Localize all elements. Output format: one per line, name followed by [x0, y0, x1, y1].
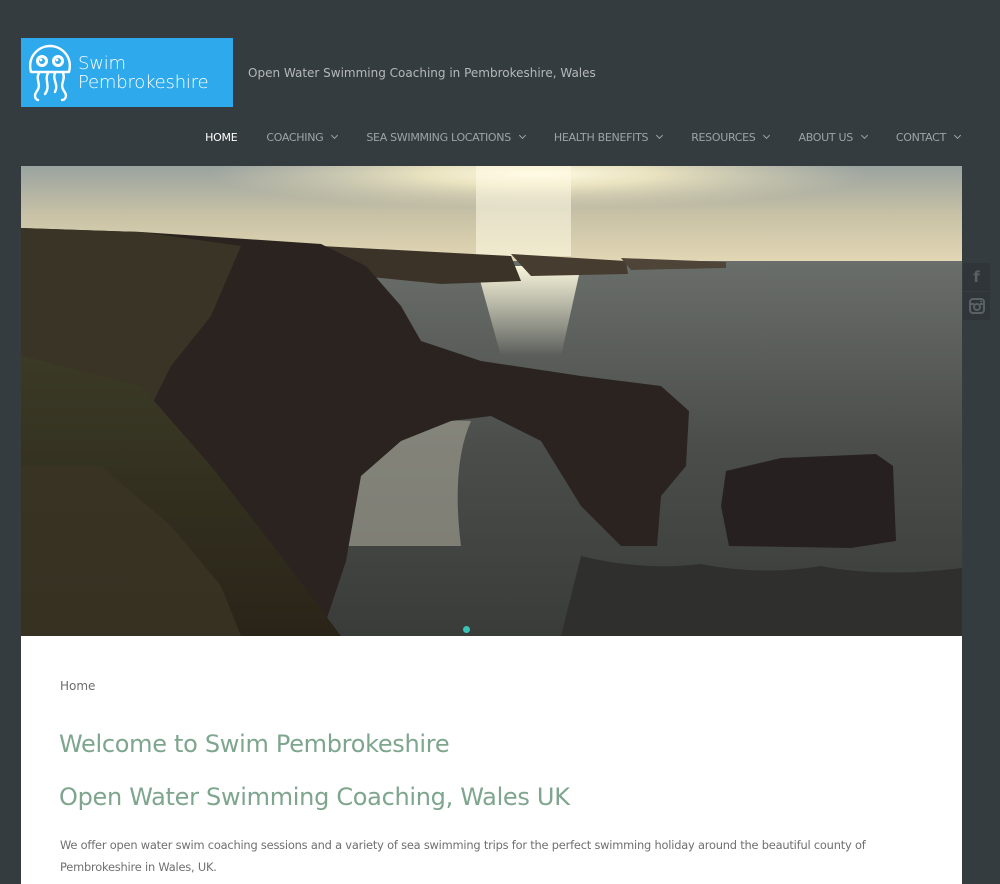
chevron-down-icon [860, 131, 868, 140]
nav-label: HOME [205, 131, 238, 144]
nav-label: COACHING [266, 131, 324, 144]
logo-line-2: Pembrokeshire [78, 71, 209, 93]
slider-dot-1[interactable] [463, 626, 470, 633]
nav-item-coaching[interactable]: COACHING [266, 131, 339, 144]
nav-item-contact[interactable]: CONTACT [895, 131, 962, 144]
nav-label: ABOUT US [798, 131, 853, 144]
instagram-icon [968, 298, 985, 314]
nav-label: RESOURCES [691, 131, 756, 144]
intro-paragraph: We offer open water swim coaching sessio… [60, 838, 866, 874]
jellyfish-icon [29, 44, 71, 101]
social-sidebar: f [963, 263, 990, 321]
nav-item-health-benefits[interactable]: HEALTH BENEFITS [553, 131, 664, 144]
page-subtitle: Open Water Swimming Coaching, Wales UK [59, 783, 570, 811]
logo-text: Swim Pembrokeshire [78, 52, 209, 93]
nav-item-about-us[interactable]: ABOUT US [798, 131, 868, 144]
nav-item-resources[interactable]: RESOURCES [691, 131, 771, 144]
hero-slider [21, 166, 962, 636]
facebook-button[interactable]: f [963, 263, 990, 291]
breadcrumb-home[interactable]: Home [60, 679, 95, 693]
main-content: Home Welcome to Swim Pembrokeshire Open … [21, 636, 962, 884]
page-title: Welcome to Swim Pembrokeshire [59, 730, 450, 758]
facebook-icon: f [973, 268, 980, 286]
nav-label: SEA SWIMMING LOCATIONS [366, 131, 511, 144]
chevron-down-icon [763, 131, 771, 140]
nav-item-sea-swimming-locations[interactable]: SEA SWIMMING LOCATIONS [366, 131, 526, 144]
nav-item-home[interactable]: HOME [205, 131, 237, 144]
nav-label: HEALTH BENEFITS [553, 131, 649, 144]
nav-label: CONTACT [895, 131, 946, 144]
hero-image [21, 166, 962, 636]
instagram-button[interactable] [963, 292, 990, 320]
chevron-down-icon [656, 131, 664, 140]
chevron-down-icon [953, 131, 962, 140]
site-tagline: Open Water Swimming Coaching in Pembroke… [248, 66, 596, 80]
main-nav: HOME COACHING SEA SWIMMING LOCATIONS HEA… [176, 131, 962, 144]
logo-line-1: Swim [78, 52, 126, 74]
site-logo[interactable]: Swim Pembrokeshire [21, 38, 233, 107]
chevron-down-icon [331, 131, 339, 140]
chevron-down-icon [518, 131, 526, 140]
